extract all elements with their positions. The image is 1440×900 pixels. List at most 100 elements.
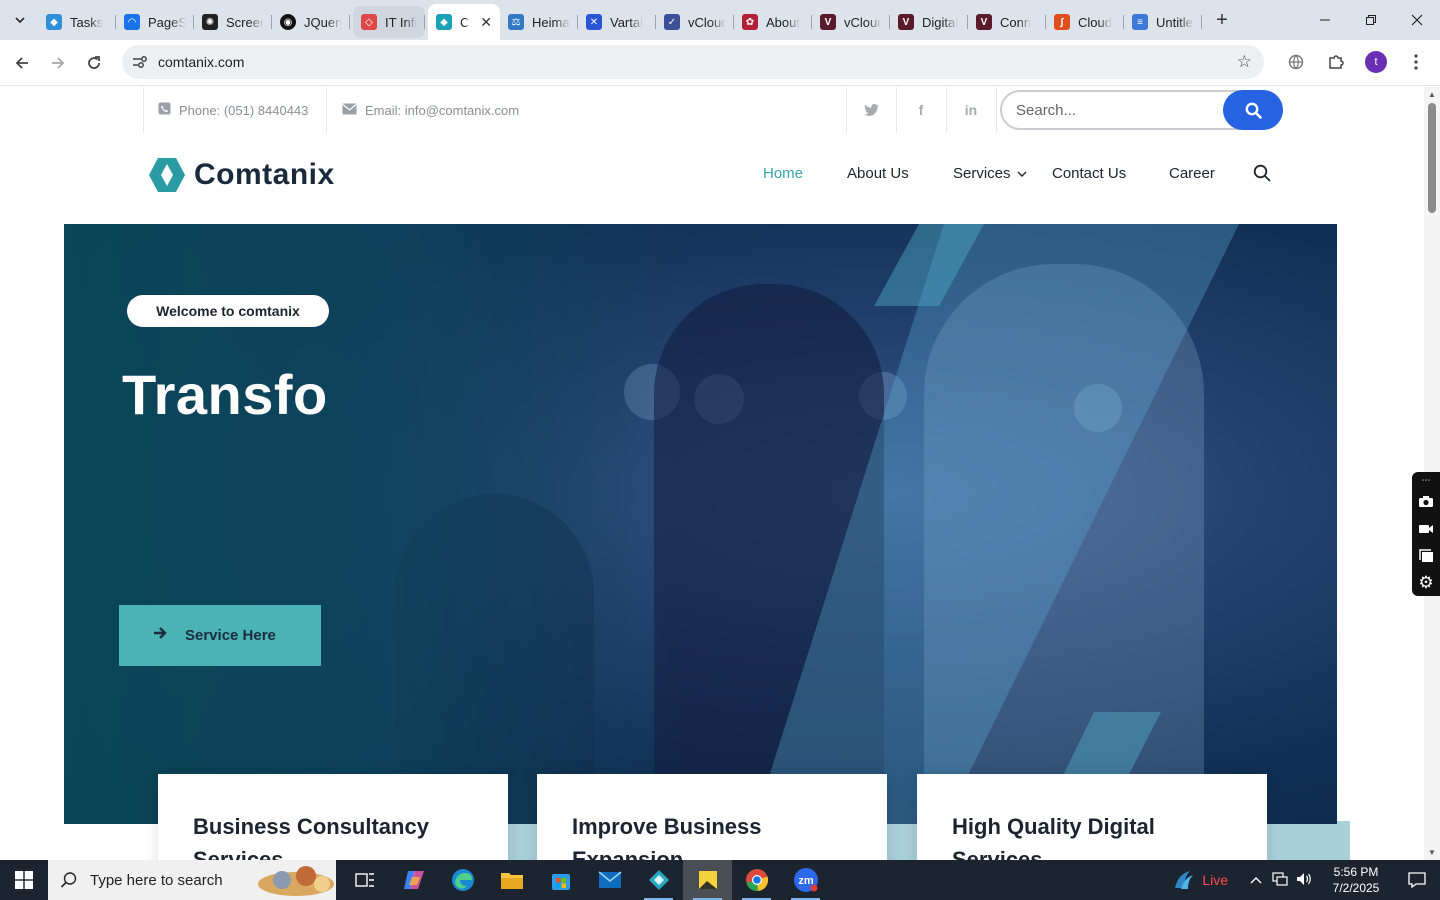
scroll-down-icon[interactable]: ▼ <box>1428 848 1436 857</box>
taskbar-clock[interactable]: 5:56 PM 7/2/2025 <box>1318 864 1394 896</box>
avatar: t <box>1365 51 1387 73</box>
search-icon <box>1245 102 1262 119</box>
tab-8[interactable]: ✓ vCloud <box>656 6 734 38</box>
linkedin-link[interactable]: in <box>946 87 996 133</box>
tab-search-button[interactable] <box>6 6 34 34</box>
video-camera-icon[interactable] <box>1412 515 1440 542</box>
tab-favicon-icon: ◆ <box>46 14 62 30</box>
window-capture-icon[interactable] <box>1412 542 1440 569</box>
service-here-button[interactable]: Service Here <box>119 605 321 666</box>
twitter-link[interactable] <box>846 87 896 133</box>
zoom-app[interactable]: zm <box>781 860 830 900</box>
service-card[interactable]: Improve Business Expansion <box>537 774 887 860</box>
settings-gear-icon[interactable]: ⚙ <box>1412 569 1440 596</box>
new-tab-button[interactable]: + <box>1208 6 1236 34</box>
nav-item-about-us[interactable]: About Us <box>847 165 909 182</box>
sticky-notes-app[interactable] <box>683 860 732 900</box>
tab-favicon-icon: ◆ <box>436 14 452 30</box>
envelope-icon <box>342 103 357 118</box>
widget-grip-icon[interactable]: ⋯ <box>1412 472 1440 488</box>
linkedin-icon: in <box>964 102 978 118</box>
nav-item-label: Services <box>953 165 1011 182</box>
nav-item-services[interactable]: Services <box>953 165 1027 182</box>
start-button[interactable] <box>0 860 48 900</box>
nav-item-contact-us[interactable]: Contact Us <box>1052 165 1126 182</box>
nav-search-icon[interactable] <box>1253 164 1271 187</box>
email-text: Email: info@comtanix.com <box>365 102 520 118</box>
tab-0[interactable]: ◆ Tasks <box>38 6 116 38</box>
weather-status-text[interactable]: Live <box>1202 872 1228 888</box>
diamond-app-icon <box>648 870 669 890</box>
store-app[interactable] <box>536 860 585 900</box>
site-logo[interactable]: Comtanix <box>148 157 335 193</box>
scroll-up-icon[interactable]: ▲ <box>1428 90 1436 99</box>
back-button[interactable] <box>4 45 40 81</box>
tab-1[interactable]: ◠ PageSpeed <box>116 6 194 38</box>
task-view-button[interactable] <box>340 860 389 900</box>
copilot-app[interactable] <box>389 860 438 900</box>
tab-label: Conn <box>1000 14 1032 30</box>
close-window-button[interactable] <box>1394 0 1440 40</box>
tab-14[interactable]: ≡ Untitled <box>1124 6 1202 38</box>
tab-label: Digital <box>922 14 959 30</box>
minimize-button[interactable] <box>1302 0 1348 40</box>
forward-button[interactable] <box>40 45 76 81</box>
edge-app[interactable] <box>438 860 487 900</box>
search-button[interactable] <box>1223 90 1283 130</box>
nav-item-career[interactable]: Career <box>1169 165 1215 182</box>
chrome-app[interactable] <box>732 860 781 900</box>
reload-button[interactable] <box>76 45 112 81</box>
card-title: High Quality Digital Services <box>952 814 1155 860</box>
volume-icon[interactable] <box>1296 872 1312 889</box>
tab-label: Vartal <box>610 14 643 30</box>
search-input[interactable] <box>1016 101 1206 119</box>
site-info-icon[interactable] <box>126 55 154 69</box>
chevron-up-icon[interactable] <box>1250 873 1262 887</box>
camera-icon[interactable] <box>1412 488 1440 515</box>
file-explorer-app[interactable] <box>487 860 536 900</box>
reload-icon <box>88 55 100 69</box>
email-contact[interactable]: Email: info@comtanix.com <box>342 87 519 133</box>
tab-label: vCloud <box>844 14 882 30</box>
weather-icon[interactable] <box>1172 868 1196 892</box>
extensions-puzzle-icon[interactable] <box>1320 46 1352 78</box>
tab-7[interactable]: ✕ Vartal <box>578 6 656 38</box>
tab-9[interactable]: ✿ About <box>734 6 812 38</box>
tab-6[interactable]: ⚖ Heima <box>500 6 578 38</box>
nav-item-home[interactable]: Home <box>763 165 803 182</box>
mail-app[interactable] <box>585 860 634 900</box>
phone-contact[interactable]: Phone: (051) 8440443 <box>158 87 308 133</box>
tab-13[interactable]: ∫ Cloud <box>1046 6 1124 38</box>
folder-icon <box>500 873 523 889</box>
taskbar-search[interactable]: Type here to search <box>48 860 336 900</box>
network-icon[interactable] <box>1272 871 1288 889</box>
profile-button[interactable]: t <box>1360 46 1392 78</box>
service-card[interactable]: Business Consultancy Services <box>158 774 508 860</box>
facebook-link[interactable]: f <box>896 87 946 133</box>
tab-2[interactable]: ✺ Screenshot <box>194 6 272 38</box>
tab-10[interactable]: VvCloud <box>812 6 890 38</box>
task-view-icon <box>354 873 374 887</box>
windows-logo-icon <box>15 871 33 889</box>
translate-globe-icon[interactable] <box>1280 46 1312 78</box>
arrow-right-icon <box>153 626 167 645</box>
mail-icon <box>597 871 622 888</box>
address-bar[interactable]: comtanix.com ☆ <box>122 45 1264 79</box>
capture-side-widget: ⋯ ⚙ <box>1412 472 1440 596</box>
tab-close-icon[interactable]: ✕ <box>476 14 492 31</box>
bookmark-star-icon[interactable]: ☆ <box>1237 52 1252 72</box>
service-card[interactable]: High Quality Digital Services <box>917 774 1267 860</box>
browser-tab-strip: ◆ Tasks ◠ PageSpeed ✺ Screenshot ◉ JQuery ◇ I… <box>0 0 1440 40</box>
tab-4[interactable]: ◇ IT Infra <box>353 6 425 38</box>
tab-label: C <box>460 14 470 30</box>
tab-label: JQuery <box>304 14 342 30</box>
scrollbar-thumb[interactable] <box>1428 103 1436 213</box>
menu-kebab-icon[interactable] <box>1400 46 1432 78</box>
notification-icon[interactable] <box>1394 872 1440 888</box>
tab-5-active[interactable]: ◆ C ✕ <box>428 4 500 40</box>
tab-3[interactable]: ◉ JQuery <box>272 6 350 38</box>
restore-button[interactable] <box>1348 0 1394 40</box>
tab-12[interactable]: V Conn <box>968 6 1046 38</box>
tab-11[interactable]: V Digital <box>890 6 968 38</box>
windsurf-app[interactable] <box>634 860 683 900</box>
